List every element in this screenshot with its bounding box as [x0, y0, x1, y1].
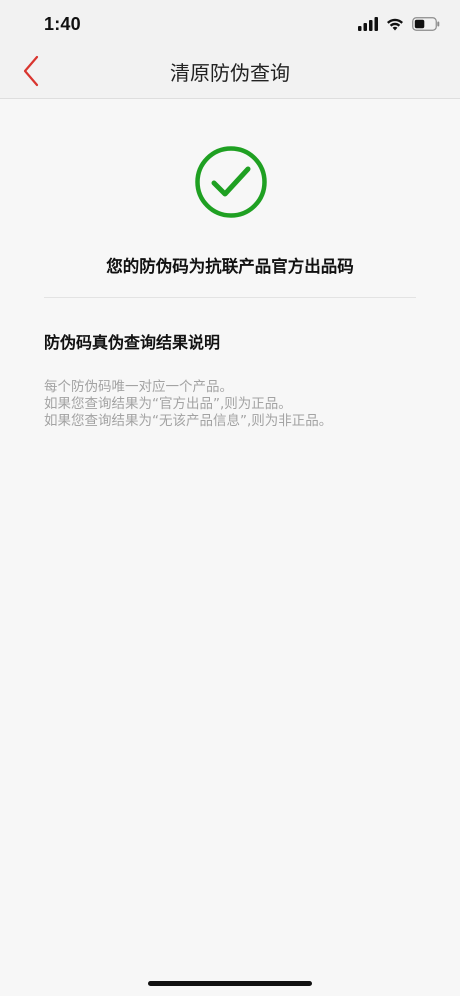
explanation-heading: 防伪码真伪查询结果说明 [44, 333, 221, 352]
status-time: 1:40 [44, 14, 81, 34]
battery-icon [412, 16, 440, 35]
explanation-line: 每个防伪码唯一对应一个产品。 [44, 379, 233, 395]
signal-icon [358, 16, 378, 35]
divider [44, 297, 416, 298]
explanation-text: 每个防伪码唯一对应一个产品。 如果您查询结果为“官方出品”,则为正品。 如果您查… [44, 379, 332, 430]
status-icons [358, 16, 440, 34]
status-bar: 1:40 [0, 0, 460, 48]
page-title: 清原防伪查询 [170, 61, 290, 85]
home-indicator [148, 981, 312, 986]
check-circle-icon [194, 145, 268, 219]
result-message: 您的防伪码为抗联产品官方出品码 [106, 257, 354, 276]
explanation-line: 如果您查询结果为“官方出品”,则为正品。 [44, 396, 292, 412]
navigation-bar: 清原防伪查询 [0, 48, 460, 99]
wifi-icon [386, 16, 404, 35]
main-content: 您的防伪码为抗联产品官方出品码 防伪码真伪查询结果说明 每个防伪码唯一对应一个产… [0, 99, 460, 996]
explanation-line: 如果您查询结果为“无该产品信息”,则为非正品。 [44, 413, 333, 429]
